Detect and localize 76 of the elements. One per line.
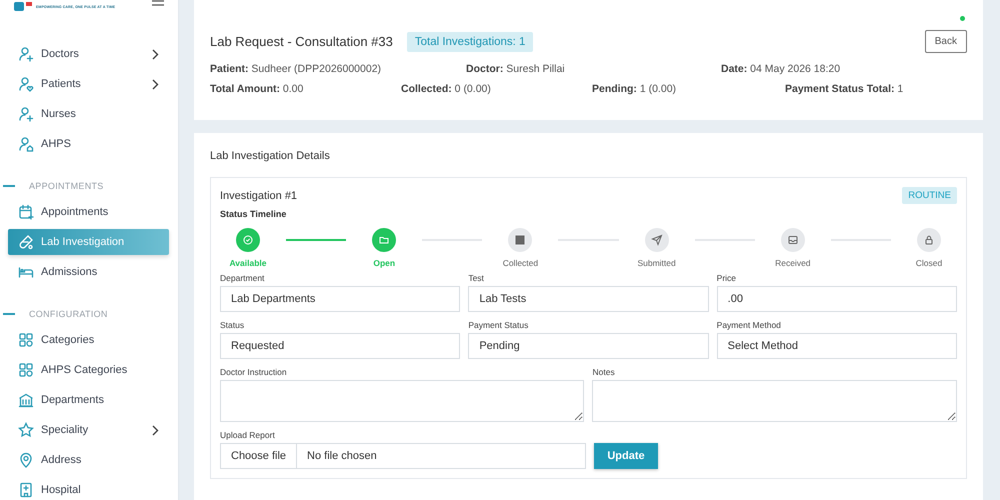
input-field[interactable]: Lab Tests bbox=[468, 286, 709, 312]
text-area[interactable] bbox=[592, 380, 957, 422]
sidebar-item[interactable]: Address bbox=[8, 447, 169, 473]
user-house-icon bbox=[18, 136, 34, 152]
status-step-label: Available bbox=[229, 258, 266, 268]
input-field[interactable]: Pending bbox=[468, 333, 709, 359]
file-status-text: No file chosen bbox=[306, 450, 378, 462]
sidebar-item[interactable]: Hospital bbox=[8, 477, 169, 500]
location-pin-icon bbox=[18, 452, 34, 468]
back-button[interactable]: Back bbox=[924, 30, 967, 53]
file-input[interactable]: Choose file No file chosen bbox=[220, 443, 586, 469]
calendar-plus-icon bbox=[18, 204, 34, 220]
sidebar-item[interactable]: Nurses bbox=[8, 101, 169, 127]
user-plus-icon bbox=[18, 106, 34, 122]
field-label: Payment Status bbox=[468, 320, 530, 330]
detail-text: Payment Status Total: 1 bbox=[785, 83, 904, 95]
status-step-label: Closed bbox=[916, 258, 942, 268]
detail-text: Patient: Sudheer (DPP2026000002) bbox=[210, 63, 382, 75]
test-tube-icon bbox=[18, 234, 34, 250]
input-field[interactable]: Requested bbox=[220, 333, 460, 359]
field-label: Doctor Instruction bbox=[220, 367, 288, 377]
input-field[interactable]: Select Method bbox=[716, 333, 957, 359]
menu-icon[interactable] bbox=[152, 0, 164, 8]
logo-icon bbox=[14, 2, 32, 12]
status-step-label: Received bbox=[775, 258, 811, 268]
text-area[interactable] bbox=[220, 380, 584, 422]
sidebar-item[interactable]: Departments bbox=[8, 387, 169, 413]
square-icon bbox=[514, 234, 526, 246]
folder-icon bbox=[378, 234, 390, 246]
section-dash bbox=[3, 185, 15, 187]
grid-icon bbox=[18, 362, 34, 378]
field-label: Upload Report bbox=[220, 430, 276, 440]
field-label: Payment Method bbox=[716, 320, 782, 330]
star-icon bbox=[18, 422, 34, 438]
status-dot-icon bbox=[960, 16, 965, 21]
sidebar-item[interactable]: Appointments bbox=[8, 199, 169, 225]
detail-text: Doctor: Suresh Pillai bbox=[466, 63, 566, 75]
section-heading: APPOINTMENTS bbox=[29, 181, 104, 191]
user-heart-icon bbox=[18, 76, 34, 92]
section-heading: CONFIGURATION bbox=[29, 309, 108, 319]
check-circle-icon bbox=[242, 234, 254, 246]
status-step-label: Submitted bbox=[637, 258, 676, 268]
section-dash bbox=[3, 313, 15, 315]
section-title: Lab Investigation Details bbox=[210, 150, 331, 162]
detail-text: Collected: 0 (0.00) bbox=[401, 83, 492, 95]
priority-badge: ROUTINE bbox=[902, 187, 957, 204]
sidebar-item[interactable]: Doctors bbox=[8, 41, 169, 67]
detail-text: Total Amount: 0.00 bbox=[210, 83, 304, 95]
inbox-icon bbox=[786, 234, 799, 246]
user-plus-icon bbox=[18, 46, 34, 62]
status-step-label: Open bbox=[373, 258, 396, 268]
lock-icon bbox=[923, 234, 936, 246]
investigation-title: Investigation #1 bbox=[220, 190, 298, 202]
grid-icon bbox=[18, 332, 34, 348]
status-step-label: Collected bbox=[502, 258, 538, 268]
investigations-count-badge: Total Investigations: 1 bbox=[406, 32, 534, 52]
field-label: Price bbox=[716, 273, 738, 283]
detail-text: Pending: 1 (0.00) bbox=[592, 83, 678, 95]
field-label: Notes bbox=[592, 367, 616, 377]
sidebar-item[interactable]: Speciality bbox=[8, 417, 169, 443]
detail-text: Date: 04 May 2026 18:20 bbox=[721, 63, 842, 75]
field-label: Status bbox=[220, 320, 246, 330]
input-field[interactable]: Lab Departments bbox=[220, 286, 460, 312]
field-label: Test bbox=[468, 273, 485, 283]
sidebar-item[interactable]: Categories bbox=[8, 327, 169, 353]
sidebar-item[interactable]: Patients bbox=[8, 71, 169, 97]
building-icon bbox=[18, 392, 34, 408]
send-icon bbox=[650, 234, 663, 246]
input-field[interactable]: .00 bbox=[716, 286, 957, 312]
page-title: Lab Request - Consultation #33 bbox=[210, 34, 393, 49]
timeline-title: Status Timeline bbox=[220, 209, 288, 219]
hospital-icon bbox=[18, 482, 34, 498]
field-label: Department bbox=[220, 273, 266, 283]
sidebar-item[interactable]: Admissions bbox=[8, 259, 169, 285]
sidebar-item[interactable]: AHPS Categories bbox=[8, 357, 169, 383]
sidebar-item[interactable]: AHPS bbox=[8, 131, 169, 157]
